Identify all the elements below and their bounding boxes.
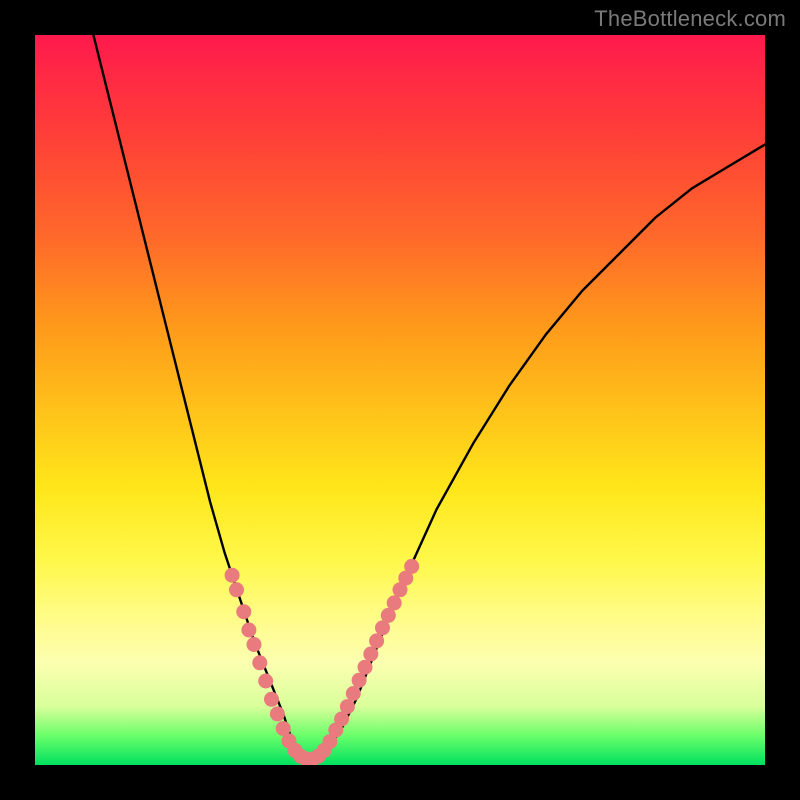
marker-dot bbox=[241, 623, 256, 638]
bottleneck-curve bbox=[93, 35, 765, 758]
marker-dot bbox=[258, 674, 273, 689]
marker-dot bbox=[247, 637, 262, 652]
marker-dot bbox=[270, 706, 285, 721]
marker-dot bbox=[225, 568, 240, 583]
marker-dot bbox=[387, 595, 402, 610]
curve-layer bbox=[93, 35, 765, 758]
marker-dot bbox=[369, 633, 384, 648]
marker-dot bbox=[346, 686, 361, 701]
marker-dot bbox=[363, 647, 378, 662]
marker-dot bbox=[352, 673, 367, 688]
marker-dot bbox=[229, 582, 244, 597]
watermark-text: TheBottleneck.com bbox=[594, 6, 786, 32]
marker-dot bbox=[358, 660, 373, 675]
marker-dots bbox=[225, 559, 420, 765]
marker-dot bbox=[264, 692, 279, 707]
marker-dot bbox=[236, 604, 251, 619]
chart-frame: TheBottleneck.com bbox=[0, 0, 800, 800]
chart-svg bbox=[35, 35, 765, 765]
marker-dot bbox=[252, 655, 267, 670]
marker-dot bbox=[340, 699, 355, 714]
marker-dot bbox=[404, 559, 419, 574]
